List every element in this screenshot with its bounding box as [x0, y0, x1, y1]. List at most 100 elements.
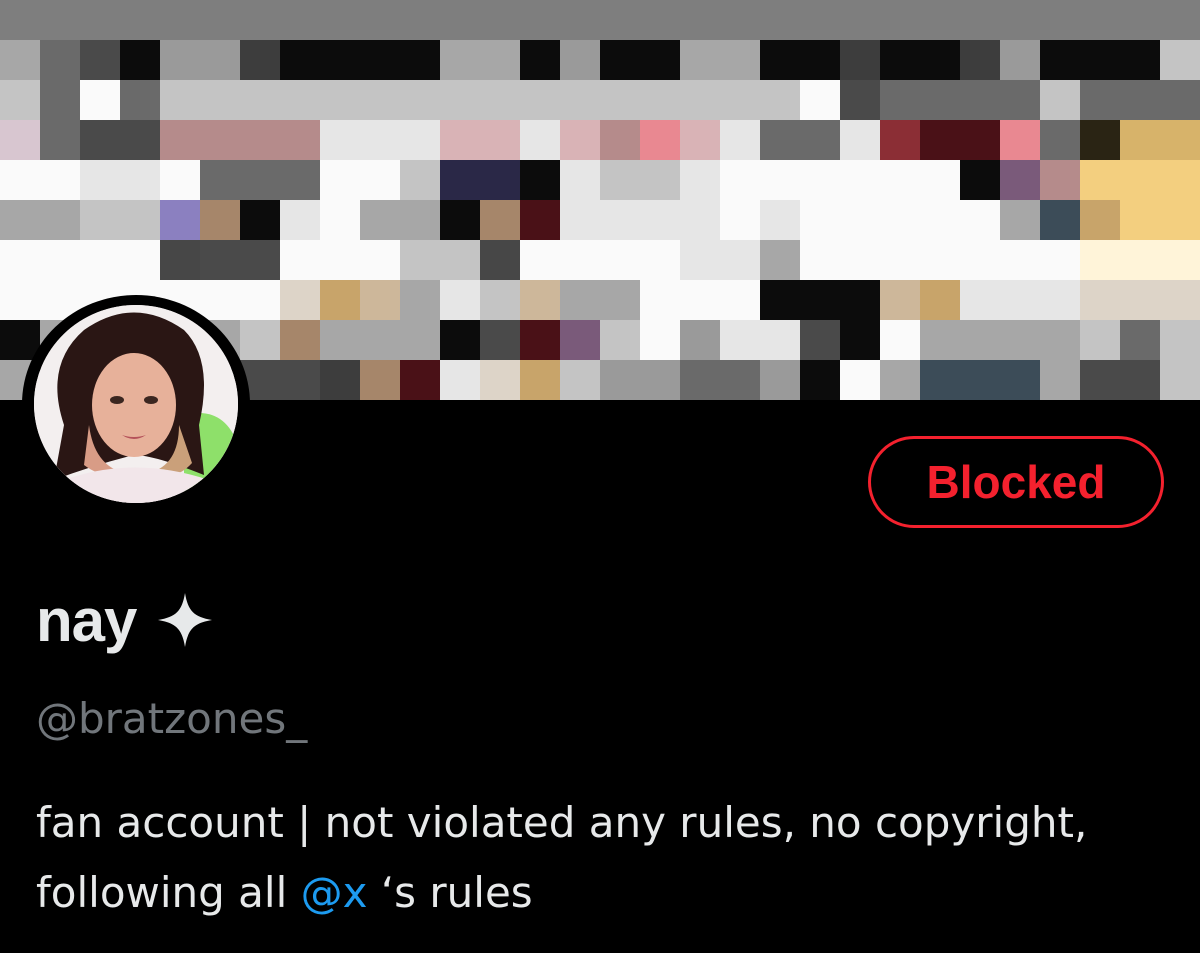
banner-pixel	[880, 80, 920, 120]
banner-pixel	[120, 80, 160, 120]
banner-pixel	[760, 320, 800, 360]
banner-pixel	[1160, 240, 1200, 280]
banner-pixel	[640, 320, 680, 360]
bio-text: fan account | not violated any rules, no…	[36, 798, 1088, 917]
banner-pixel	[960, 200, 1000, 240]
banner-pixel	[280, 120, 320, 160]
banner-pixel	[40, 160, 80, 200]
banner-pixel	[1040, 360, 1080, 400]
banner-pixel	[200, 280, 240, 320]
banner-pixel	[840, 40, 880, 80]
banner-pixel	[1120, 280, 1160, 320]
banner-pixel	[1160, 160, 1200, 200]
banner-pixel	[640, 160, 680, 200]
banner-pixel	[600, 80, 640, 120]
banner-pixel	[240, 120, 280, 160]
banner-pixel	[800, 360, 840, 400]
banner-pixel	[720, 320, 760, 360]
banner-pixel	[160, 240, 200, 280]
banner-pixel	[240, 280, 280, 320]
banner-pixel	[760, 120, 800, 160]
banner-pixel	[400, 120, 440, 160]
banner-pixel	[360, 160, 400, 200]
banner-pixel	[1080, 40, 1120, 80]
banner-pixel	[440, 40, 480, 80]
banner-pixel	[0, 80, 40, 120]
avatar-ring	[22, 295, 250, 513]
banner-pixel	[880, 200, 920, 240]
banner-pixel	[280, 280, 320, 320]
banner-pixel	[1120, 80, 1160, 120]
banner-pixel	[880, 240, 920, 280]
banner-pixel	[640, 240, 680, 280]
banner-pixel	[520, 40, 560, 80]
banner-pixel	[480, 240, 520, 280]
banner-pixel	[720, 240, 760, 280]
banner-pixel	[680, 40, 720, 80]
banner-pixel	[80, 80, 120, 120]
banner-pixel	[240, 160, 280, 200]
banner-pixel	[1000, 280, 1040, 320]
banner-pixel	[200, 160, 240, 200]
banner-pixel	[160, 120, 200, 160]
banner-pixel	[1040, 40, 1080, 80]
banner-pixel	[360, 240, 400, 280]
banner-pixel	[520, 200, 560, 240]
banner-pixel	[240, 200, 280, 240]
banner-pixel	[880, 320, 920, 360]
banner-pixel	[440, 280, 480, 320]
banner-pixel	[240, 80, 280, 120]
banner-pixel	[360, 360, 400, 400]
banner-pixel	[280, 360, 320, 400]
name-row: nay	[36, 580, 216, 660]
banner-pixel	[400, 40, 440, 80]
avatar[interactable]	[34, 305, 238, 503]
banner-pixel	[1160, 200, 1200, 240]
banner-pixel	[920, 40, 960, 80]
banner-pixel	[1040, 120, 1080, 160]
banner-pixel	[600, 40, 640, 80]
banner-pixel	[160, 80, 200, 120]
banner-pixel	[120, 120, 160, 160]
banner-pixel	[80, 240, 120, 280]
banner-pixel	[440, 120, 480, 160]
banner-pixel	[160, 200, 200, 240]
banner-pixel	[1040, 320, 1080, 360]
banner-pixel	[480, 360, 520, 400]
banner-pixel	[1000, 160, 1040, 200]
banner-pixel	[640, 40, 680, 80]
banner-pixel	[1160, 280, 1200, 320]
banner-pixel	[840, 80, 880, 120]
banner-pixel	[120, 200, 160, 240]
banner-pixel	[400, 80, 440, 120]
bio-mention-link[interactable]: @x	[301, 868, 368, 917]
banner-pixel	[480, 120, 520, 160]
banner-pixel	[760, 360, 800, 400]
banner-pixel	[880, 120, 920, 160]
status-strip	[0, 0, 1200, 40]
banner-pixel	[760, 80, 800, 120]
banner-pixel	[280, 320, 320, 360]
banner-pixel	[560, 320, 600, 360]
banner-pixel	[840, 120, 880, 160]
sparkle-icon[interactable]	[154, 589, 216, 651]
banner-pixel	[760, 40, 800, 80]
banner-pixel	[840, 160, 880, 200]
banner-pixel	[0, 160, 40, 200]
banner-pixel	[480, 280, 520, 320]
banner-pixel	[600, 320, 640, 360]
banner-pixel	[920, 360, 960, 400]
banner-pixel	[960, 80, 1000, 120]
banner-pixel	[800, 320, 840, 360]
banner-pixel	[120, 240, 160, 280]
banner-pixel	[1080, 280, 1120, 320]
banner-pixel	[320, 120, 360, 160]
banner-pixel	[0, 280, 40, 320]
banner-pixel	[640, 200, 680, 240]
blocked-button[interactable]: Blocked	[868, 436, 1164, 528]
banner-pixel	[120, 40, 160, 80]
banner-pixel	[240, 320, 280, 360]
banner-pixel	[480, 80, 520, 120]
banner-pixel	[560, 160, 600, 200]
banner-pixel	[640, 360, 680, 400]
